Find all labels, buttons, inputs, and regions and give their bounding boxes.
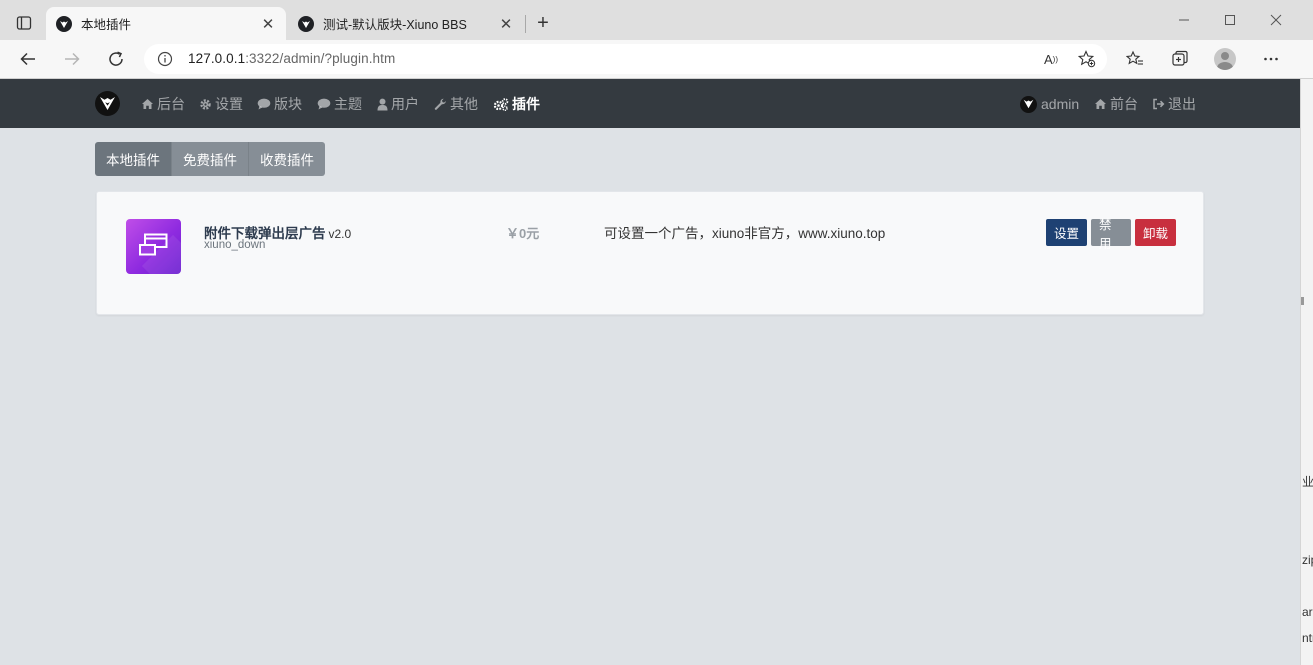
nav-label: 前台 [1110, 96, 1138, 112]
tab-actions-icon[interactable] [10, 11, 38, 35]
nav-label: 退出 [1168, 96, 1196, 112]
nav-label: 设置 [215, 96, 243, 112]
home-icon [1094, 98, 1107, 110]
sign-out-icon [1152, 98, 1165, 110]
browser-tab-inactive[interactable]: 测试-默认版块-Xiuno BBS ✕ [288, 7, 524, 40]
nav-label: 版块 [274, 96, 302, 112]
nav-label: 后台 [157, 96, 185, 112]
tab-title: 测试-默认版块-Xiuno BBS [323, 18, 467, 32]
nav-user-admin[interactable]: admin [1020, 95, 1079, 113]
back-arrow-icon[interactable] [15, 46, 41, 72]
browser-tab-active[interactable]: 本地插件 ✕ [46, 7, 286, 40]
collections-icon[interactable] [1168, 47, 1192, 71]
nav-label: 用户 [391, 96, 419, 112]
desktop-edge-sliver: 业 zip ar.c ntr [1300, 79, 1313, 665]
wrench-icon [434, 98, 447, 111]
user-avatar-icon [1020, 95, 1037, 113]
edge-text-fragment: 业 [1302, 475, 1313, 489]
nav-item-forums[interactable]: 版块 [257, 95, 302, 113]
xiuno-favicon-icon [298, 15, 314, 32]
tab-separator [525, 15, 526, 33]
admin-navbar: 后台 设置 版块 主题 用户 其他 插件 admin 前台 退出 [0, 79, 1300, 128]
maximize-icon[interactable] [1218, 8, 1242, 32]
address-toolbar: 127.0.0.1:3322/admin/?plugin.htm A)) [0, 40, 1313, 79]
plugin-price: ￥0元 [506, 226, 540, 241]
nav-item-users[interactable]: 用户 [377, 95, 419, 113]
nav-item-plugins[interactable]: 插件 [493, 95, 540, 113]
minimize-icon[interactable] [1172, 8, 1196, 32]
plugin-version: v2.0 [328, 227, 352, 241]
xiuno-logo-icon[interactable] [95, 91, 120, 116]
nav-item-settings[interactable]: 设置 [199, 95, 243, 113]
forward-arrow-icon[interactable] [59, 46, 85, 72]
nav-item-frontend[interactable]: 前台 [1094, 95, 1138, 113]
user-icon [377, 98, 388, 111]
edge-text-fragment: zip [1302, 553, 1313, 567]
browser-tab-strip: 本地插件 ✕ 测试-默认版块-Xiuno BBS ✕ + [0, 0, 1313, 40]
plugin-dir: xiuno_down [204, 239, 266, 251]
refresh-icon[interactable] [103, 46, 129, 72]
tab-local-plugins[interactable]: 本地插件 [95, 142, 171, 176]
new-tab-icon[interactable]: + [532, 12, 554, 34]
edge-text-fragment: ar.c [1302, 605, 1313, 619]
nav-label: admin [1041, 96, 1080, 112]
comment-icon [317, 98, 331, 110]
url-text: 127.0.0.1:3322/admin/?plugin.htm [188, 51, 396, 66]
close-tab-icon[interactable]: ✕ [498, 16, 514, 33]
url-bar[interactable]: 127.0.0.1:3322/admin/?plugin.htm A)) [144, 44, 1107, 74]
read-aloud-icon[interactable]: A)) [1041, 49, 1061, 69]
close-window-icon[interactable] [1264, 8, 1288, 32]
nav-label: 其他 [450, 96, 478, 112]
profile-avatar-icon[interactable] [1213, 47, 1237, 71]
nav-label: 插件 [512, 96, 540, 112]
comment-icon [257, 98, 271, 110]
gears-icon [493, 97, 509, 111]
xiuno-favicon-icon [56, 15, 72, 32]
home-icon [141, 98, 154, 110]
edge-text-fragment: ntr [1302, 631, 1313, 645]
site-info-icon[interactable] [156, 50, 174, 68]
plugin-uninstall-button[interactable]: 卸载 [1135, 219, 1176, 246]
favorites-icon[interactable] [1123, 47, 1147, 71]
add-favorite-icon[interactable] [1077, 49, 1097, 69]
plugin-setting-button[interactable]: 设置 [1046, 219, 1087, 246]
nav-item-others[interactable]: 其他 [434, 95, 478, 113]
plugin-disable-button[interactable]: 禁用 [1091, 218, 1131, 251]
gear-icon [199, 98, 212, 111]
plugin-window-icon [126, 219, 181, 274]
plugin-description: 可设置一个广告，xiuno非官方，www.xiuno.top [604, 226, 886, 241]
close-tab-icon[interactable]: ✕ [260, 16, 276, 33]
tab-title: 本地插件 [81, 18, 132, 32]
nav-item-backend[interactable]: 后台 [141, 95, 185, 113]
more-options-icon[interactable] [1259, 47, 1283, 71]
tab-free-plugins[interactable]: 免费插件 [171, 142, 248, 176]
nav-item-threads[interactable]: 主题 [317, 95, 362, 113]
nav-label: 主题 [334, 96, 362, 112]
tab-paid-plugins[interactable]: 收费插件 [248, 142, 325, 176]
plugin-card: 附件下载弹出层广告 v2.0 xiuno_down ￥0元 可设置一个广告，xiu… [96, 191, 1204, 315]
plugin-source-tabs: 本地插件 免费插件 收费插件 [95, 142, 325, 176]
nav-item-logout[interactable]: 退出 [1152, 95, 1196, 113]
edge-scroll-mark [1301, 297, 1304, 305]
